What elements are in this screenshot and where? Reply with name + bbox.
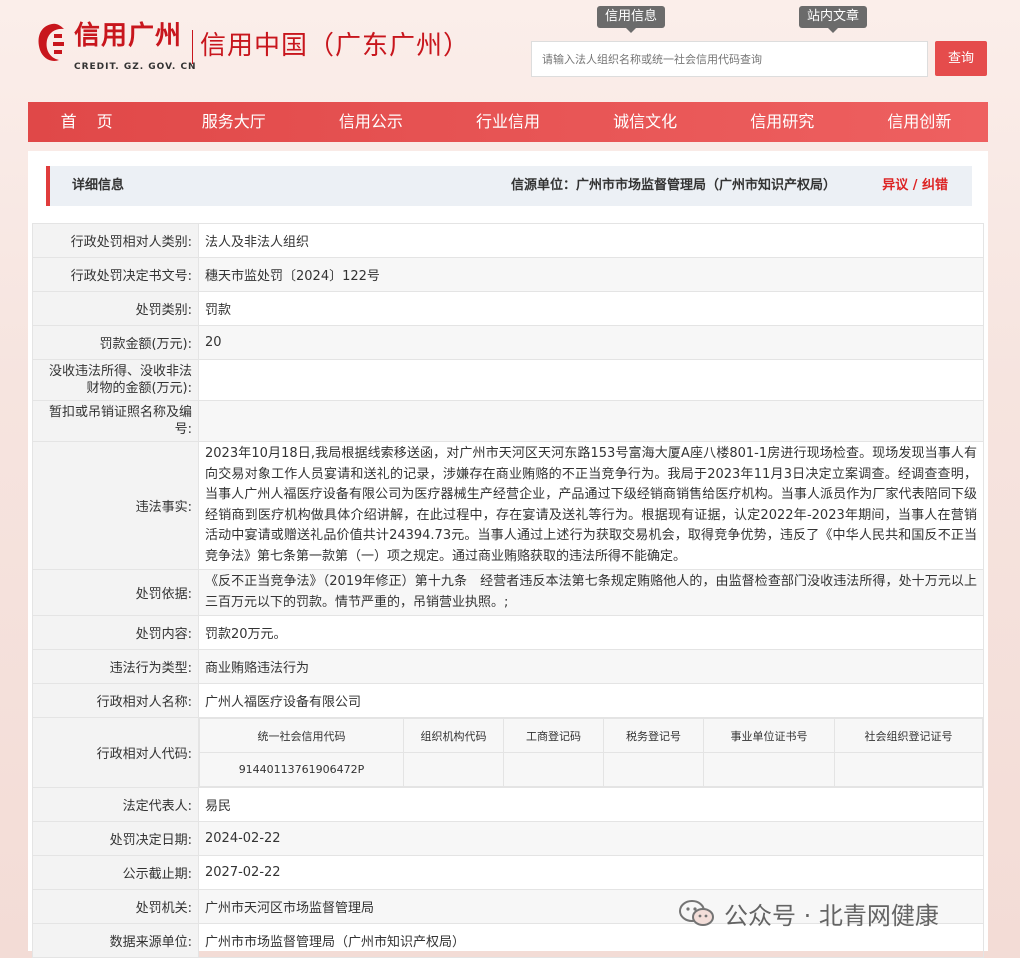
field-label: 违法事实: [32,441,199,570]
field-label: 违法行为类型: [32,649,199,684]
code-header: 事业单位证书号 [703,718,835,753]
table-row: 罚款金额(万元): 20 [32,325,984,360]
site-title: 信用中国（广东广州） [200,31,471,61]
table-row: 行政相对人名称: 广州人福医疗设备有限公司 [32,683,984,718]
field-value [198,400,984,442]
field-value [198,359,984,401]
nav-item-credit-research[interactable]: 信用研究 [714,102,851,142]
detail-table: 行政处罚相对人类别: 法人及非法人组织 行政处罚决定书文号: 穗天市监处罚〔20… [32,223,984,958]
wechat-icon [678,899,716,929]
tab-site-articles[interactable]: 站内文章 [799,6,868,33]
search-button[interactable]: 查询 [935,41,987,76]
table-row: 处罚决定日期: 2024-02-22 [32,821,984,856]
field-label: 行政处罚相对人类别: [32,223,199,258]
table-row: 行政处罚相对人类别: 法人及非法人组织 [32,223,984,258]
code-table-row: 91440113761906472P [199,752,983,787]
field-value: 统一社会信用代码 组织机构代码 工商登记码 税务登记号 事业单位证书号 社会组织… [198,717,984,788]
table-row: 行政处罚决定书文号: 穗天市监处罚〔2024〕122号 [32,257,984,292]
field-label: 公示截止期: [32,855,199,890]
nav-item-credit-innovation[interactable]: 信用创新 [851,102,988,142]
code-value [603,752,704,787]
credit-logo-icon [32,20,72,66]
code-header: 税务登记号 [603,718,704,753]
code-value [503,752,604,787]
panel-title: 详细信息 [72,178,125,193]
nav-item-integrity-culture[interactable]: 诚信文化 [577,102,714,142]
violation-facts-text: 2023年10月18日,我局根据线索移送函，对广州市天河区天河东路153号富海大… [205,446,977,564]
field-value: 《反不正当竞争法》（2019年修正）第十九条 经营者违反本法第七条规定贿赂他人的… [198,569,984,616]
table-row: 没收违法所得、没收非法财物的金额(万元): [32,359,984,401]
field-value: 法人及非法人组织 [198,223,984,258]
wechat-watermark: 公众号 · 北青网健康 [678,896,939,931]
info-source: 信源单位：广州市市场监督管理局（广州市知识产权局） [510,178,836,193]
field-label: 罚款金额(万元): [32,325,199,360]
table-row: 违法行为类型: 商业贿赂违法行为 [32,649,984,684]
field-label: 法定代表人: [32,787,199,822]
table-row: 处罚类别: 罚款 [32,291,984,326]
field-label: 处罚决定日期: [32,821,199,856]
field-value: 广州人福医疗设备有限公司 [198,683,984,718]
code-header: 统一社会信用代码 [199,718,404,753]
field-label: 数据来源单位: [32,923,199,958]
field-label: 行政相对人名称: [32,683,199,718]
field-value: 易民 [198,787,984,822]
field-value: 罚款 [198,291,984,326]
field-label: 行政处罚决定书文号: [32,257,199,292]
field-value: 商业贿赂违法行为 [198,649,984,684]
code-table: 统一社会信用代码 组织机构代码 工商登记码 税务登记号 事业单位证书号 社会组织… [199,718,983,787]
field-label: 没收违法所得、没收非法财物的金额(万元): [32,359,199,401]
table-row: 违法事实: 2023年10月18日,我局根据线索移送函，对广州市天河区天河东路1… [32,441,984,570]
nav-item-credit-publicity[interactable]: 信用公示 [302,102,439,142]
code-value [403,752,504,787]
code-value [703,752,835,787]
field-value: 罚款20万元。 [198,615,984,650]
table-row: 行政相对人代码: 统一社会信用代码 组织机构代码 工商登记码 税务登记号 事业单… [32,717,984,788]
logo-subtext: CREDIT. GZ. GOV. CN [74,62,197,72]
table-row: 公示截止期: 2027-02-22 [32,855,984,890]
site-header: 信用广州 CREDIT. GZ. GOV. CN 信用中国（广东广州） 信用信息… [0,0,1020,100]
site-logo[interactable]: 信用广州 CREDIT. GZ. GOV. CN [32,20,196,72]
code-header: 社会组织登记证号 [834,718,983,753]
nav-item-service-hall[interactable]: 服务大厅 [165,102,302,142]
field-label: 行政相对人代码: [32,717,199,788]
field-label: 处罚依据: [32,569,199,616]
panel-header: 详细信息 信源单位：广州市市场监督管理局（广州市知识产权局） 异议 / 纠错 [46,166,972,206]
field-label: 处罚机关: [32,889,199,924]
detail-panel: 详细信息 信源单位：广州市市场监督管理局（广州市知识产权局） 异议 / 纠错 行… [28,151,988,958]
watermark-text: 公众号 · 北青网健康 [724,902,939,930]
field-label: 暂扣或吊销证照名称及编号: [32,400,199,442]
code-value [834,752,983,787]
tab-credit-info[interactable]: 信用信息 [597,6,666,33]
search-input[interactable] [531,41,928,77]
objection-link[interactable]: 异议 / 纠错 [882,166,948,206]
code-header: 组织机构代码 [403,718,504,753]
logo-divider [192,30,193,64]
field-label: 处罚类别: [32,291,199,326]
field-value: 穗天市监处罚〔2024〕122号 [198,257,984,292]
penalty-basis-text: 《反不正当竞争法》（2019年修正）第十九条 经营者违反本法第七条规定贿赂他人的… [205,574,977,610]
code-header: 工商登记码 [503,718,604,753]
field-value: 2024-02-22 [198,821,984,856]
field-value: 2023年10月18日,我局根据线索移送函，对广州市天河区天河东路153号富海大… [198,441,984,570]
nav-item-home[interactable]: 首页 [28,102,165,142]
table-row: 法定代表人: 易民 [32,787,984,822]
nav-item-industry-credit[interactable]: 行业信用 [439,102,576,142]
code-table-header: 统一社会信用代码 组织机构代码 工商登记码 税务登记号 事业单位证书号 社会组织… [199,718,983,753]
table-row: 处罚内容: 罚款20万元。 [32,615,984,650]
field-label: 处罚内容: [32,615,199,650]
table-row: 暂扣或吊销证照名称及编号: [32,400,984,442]
field-value: 20 [198,325,984,360]
table-row: 处罚依据: 《反不正当竞争法》（2019年修正）第十九条 经营者违反本法第七条规… [32,569,984,616]
logo-text: 信用广州 [74,21,183,51]
code-value: 91440113761906472P [199,752,404,787]
main-nav: 首页 服务大厅 信用公示 行业信用 诚信文化 信用研究 信用创新 [28,102,988,142]
field-value: 2027-02-22 [198,855,984,890]
